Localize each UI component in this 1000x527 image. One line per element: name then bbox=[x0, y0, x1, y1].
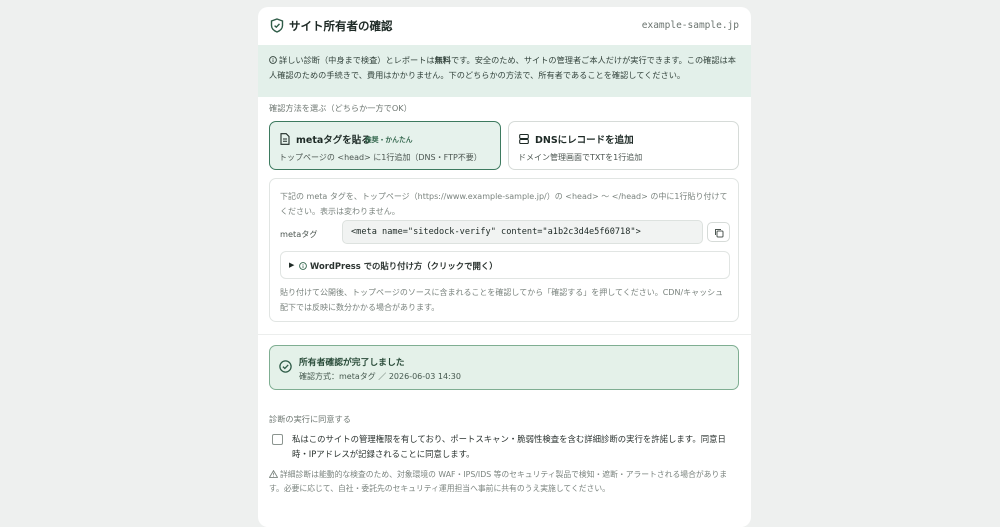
success-title: 所有者確認が完了しました bbox=[299, 358, 405, 368]
info-icon bbox=[269, 56, 277, 64]
success-detail: 確認方式：metaタグ ／ 2026-06-03 14:30 bbox=[299, 372, 461, 381]
card-header: サイト所有者の確認 example-sample.jp bbox=[258, 7, 751, 45]
disclosure-triangle-icon: ▶ bbox=[289, 261, 295, 269]
copy-button[interactable] bbox=[707, 222, 730, 242]
meta-note: 貼り付けて公開後、トップページのソースに含まれることを確認してから「確認する」を… bbox=[280, 288, 724, 312]
meta-tag-label: metaタグ bbox=[280, 229, 318, 239]
option-title: DNSにレコードを追加 bbox=[535, 135, 634, 146]
meta-instructions: 下記の meta タグを、トップページ（https://www.example-… bbox=[280, 192, 728, 216]
meta-instructions-panel: 下記の meta タグを、トップページ（https://www.example-… bbox=[269, 178, 739, 322]
server-icon bbox=[519, 133, 529, 145]
option-description: ドメイン管理画面でTXTを1行追加 bbox=[518, 153, 643, 162]
consent-text[interactable]: 私はこのサイトの管理権限を有しており、ポートスキャン・脆弱性検査を含む詳細診断の… bbox=[292, 432, 742, 462]
info-banner: 詳しい診断（中身まで検査）とレポートは無料です。安全のため、サイトの管理者ご本人… bbox=[258, 45, 751, 97]
info-icon bbox=[299, 262, 307, 270]
verification-success-alert: 所有者確認が完了しました 確認方式：metaタグ ／ 2026-06-03 14… bbox=[269, 345, 739, 390]
method-section-label: 確認方法を選ぶ（どちらか一方でOK） bbox=[269, 103, 412, 113]
option-description: トップページの <head> に1行追加（DNS・FTP不要） bbox=[279, 153, 482, 162]
shield-check-icon bbox=[270, 18, 284, 33]
detection-warning: 詳細診断は能動的な検査のため、対象環境の WAF・IPS/IDS 等のセキュリテ… bbox=[269, 468, 739, 496]
divider bbox=[258, 334, 751, 335]
info-free-emphasis: 無料 bbox=[434, 55, 451, 65]
site-domain: example-sample.jp bbox=[641, 20, 739, 31]
consent-section-label: 診断の実行に同意する bbox=[269, 414, 351, 424]
recommended-badge: 推奨・かんたん bbox=[365, 136, 413, 144]
document-icon bbox=[280, 133, 290, 145]
warning-icon bbox=[269, 470, 278, 478]
wordpress-accordion[interactable]: ▶ WordPress での貼り付け方（クリックで開く） bbox=[280, 251, 730, 279]
option-title: metaタグを貼る bbox=[296, 135, 371, 146]
accordion-title: WordPress での貼り付け方（クリックで開く） bbox=[310, 261, 498, 271]
info-text-1: 詳しい診断（中身まで検査）とレポートは bbox=[279, 55, 435, 65]
option-meta-tag[interactable]: metaタグを貼る 推奨・かんたん トップページの <head> に1行追加（D… bbox=[269, 121, 501, 170]
meta-tag-code[interactable]: <meta name="sitedock-verify" content="a1… bbox=[342, 220, 703, 244]
consent-checkbox[interactable] bbox=[272, 434, 283, 445]
check-circle-icon bbox=[279, 360, 292, 373]
copy-icon bbox=[715, 229, 724, 238]
warning-text: 詳細診断は能動的な検査のため、対象環境の WAF・IPS/IDS 等のセキュリテ… bbox=[269, 470, 728, 493]
verification-card: サイト所有者の確認 example-sample.jp 詳しい診断（中身まで検査… bbox=[258, 7, 751, 527]
option-dns-record[interactable]: DNSにレコードを追加 ドメイン管理画面でTXTを1行追加 bbox=[508, 121, 739, 170]
page-title: サイト所有者の確認 bbox=[289, 19, 393, 33]
